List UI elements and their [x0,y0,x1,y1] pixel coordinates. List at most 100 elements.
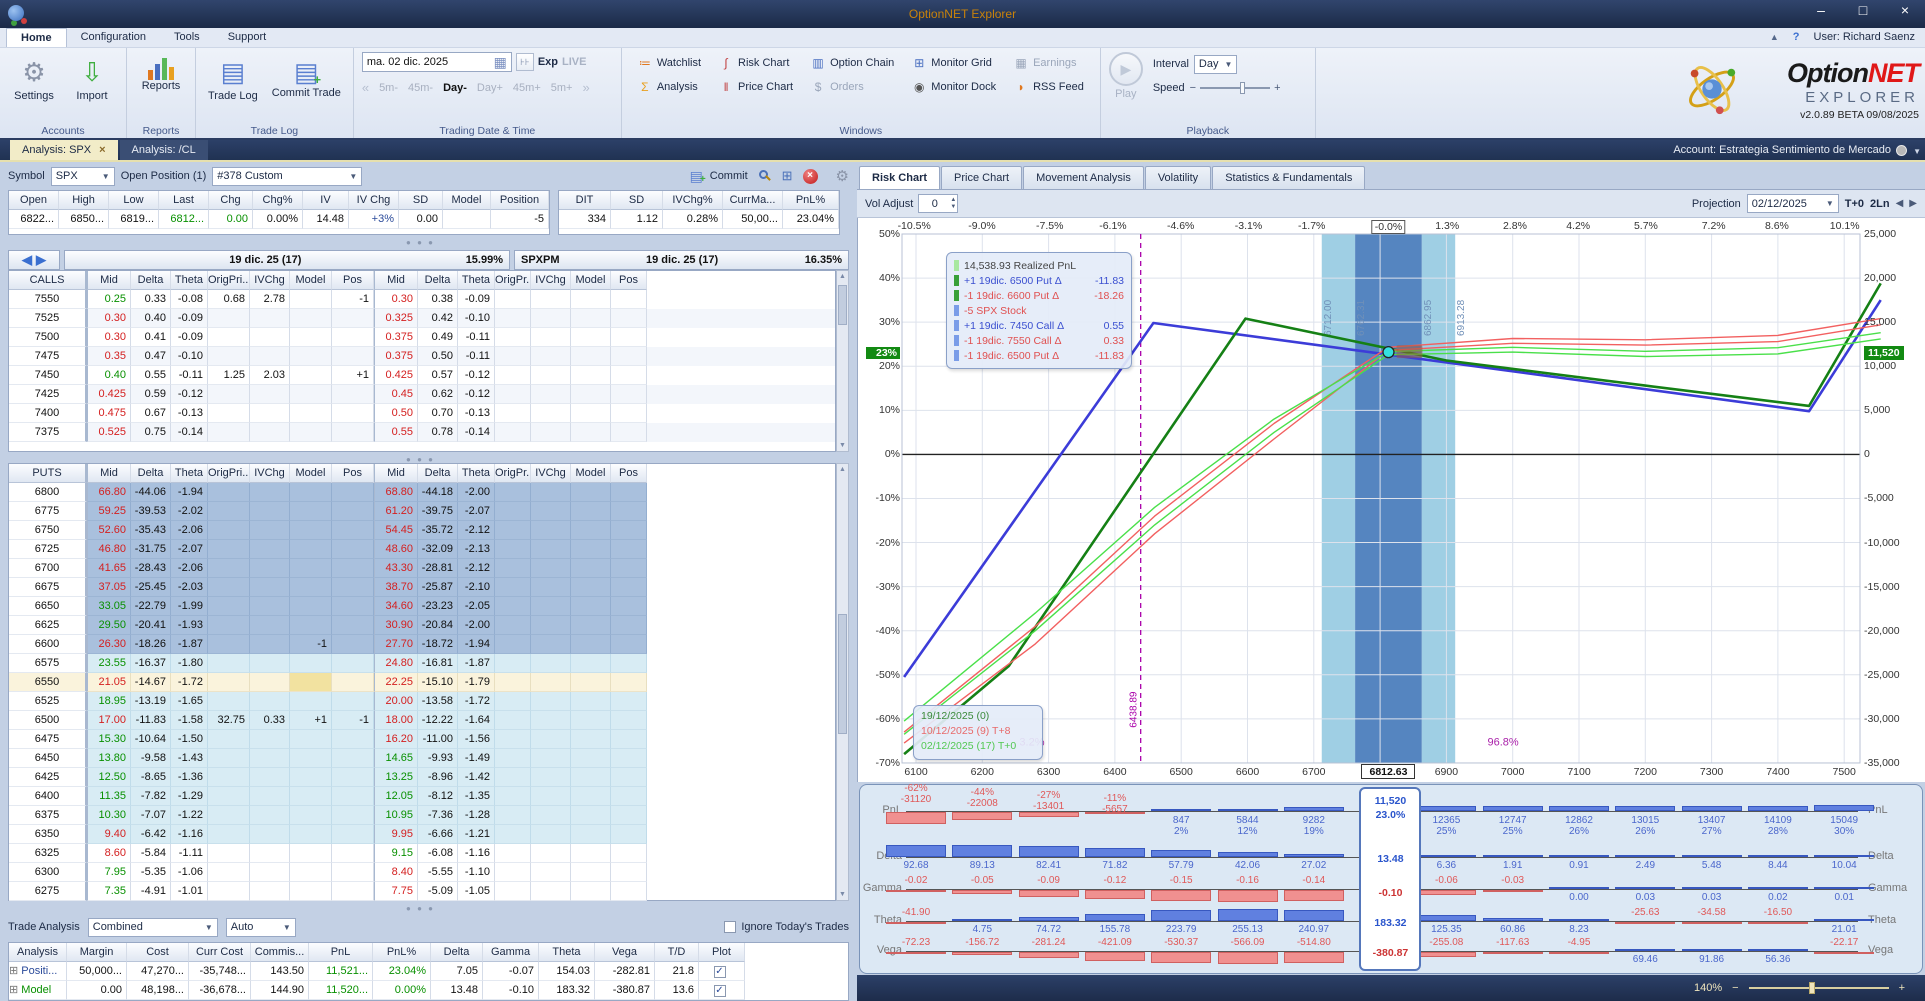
chain-cell[interactable]: -0.13 [458,404,495,423]
tab-analysis-cl[interactable]: Analysis: /CL [119,140,208,160]
chain-cell[interactable] [250,540,290,559]
chain-cell[interactable]: 0.50 [418,347,458,366]
chain-cell[interactable]: 48.60 [374,540,418,559]
chain-cell[interactable] [332,882,374,901]
chain-cell[interactable]: 10.95 [374,806,418,825]
chain-cell[interactable] [531,673,571,692]
chain-cell[interactable]: -1.06 [171,863,208,882]
chain-cell[interactable]: 0.67 [131,404,171,423]
chain-cell[interactable]: 0.40 [87,366,131,385]
chain-cell[interactable]: -1 [332,711,374,730]
chain-cell[interactable]: -39.75 [418,502,458,521]
chain-cell[interactable] [332,347,374,366]
chain-cell[interactable] [495,692,531,711]
chain-cell[interactable] [332,787,374,806]
chain-cell[interactable] [332,654,374,673]
chain-cell[interactable] [611,328,647,347]
chain-cell[interactable] [571,404,611,423]
chain-row-6525[interactable]: 6525 18.95 -13.19 -1.65 20.00 -13.58 -1.72 [9,692,835,711]
chain-cell[interactable] [208,540,250,559]
chain-cell[interactable]: -6.66 [418,825,458,844]
chain-cell[interactable]: -22.79 [131,597,171,616]
chain-cell[interactable] [531,616,571,635]
trading-date-input[interactable]: ma. 02 dic. 2025 ▦ [361,52,512,72]
chain-cell[interactable]: -2.03 [171,578,208,597]
chain-cell[interactable] [250,654,290,673]
chain-cell[interactable] [611,502,647,521]
chain-cell[interactable] [611,730,647,749]
chain-cell[interactable]: -2.07 [171,540,208,559]
chain-row-6325[interactable]: 6325 8.60 -5.84 -1.11 9.15 -6.08 -1.16 [9,844,835,863]
chain-cell[interactable]: 0.30 [87,328,131,347]
chain-cell[interactable]: 52.60 [87,521,131,540]
chain-cell[interactable] [495,882,531,901]
chain-cell[interactable]: 9.40 [87,825,131,844]
chain-cell[interactable]: -13.19 [131,692,171,711]
chain-cell[interactable]: -2.06 [171,559,208,578]
chain-cell[interactable] [531,863,571,882]
chain-cell[interactable] [290,806,332,825]
chain-cell[interactable] [531,882,571,901]
plot-checkbox[interactable]: ✓ [713,966,726,978]
chain-cell[interactable]: -0.09 [458,290,495,309]
chain-cell[interactable] [611,825,647,844]
chain-cell[interactable] [208,309,250,328]
chain-cell[interactable]: -28.43 [131,559,171,578]
chain-cell[interactable]: 0.50 [374,404,418,423]
step-Day+[interactable]: Day+ [477,82,503,94]
chain-cell[interactable]: -9.93 [418,749,458,768]
chain-cell[interactable] [571,844,611,863]
chain-cell[interactable] [611,597,647,616]
chain-cell[interactable] [290,692,332,711]
chain-cell[interactable]: 0.475 [87,404,131,423]
chain-cell[interactable]: 26.30 [87,635,131,654]
chain-cell[interactable] [290,578,332,597]
analysis-mode-select[interactable]: Combined ▼ [87,917,218,937]
chain-cell[interactable] [250,559,290,578]
chain-cell[interactable] [531,749,571,768]
expiry-header-spxpm[interactable]: SPXPM 19 dic. 25 (17) 16.35% [514,250,849,270]
chain-cell[interactable] [611,559,647,578]
option-chain-button[interactable]: ▥ Option Chain [803,52,902,73]
chain-cell[interactable] [611,673,647,692]
chain-cell[interactable] [208,692,250,711]
chain-cell[interactable]: 12.50 [87,768,131,787]
chain-cell[interactable] [208,806,250,825]
chain-cell[interactable]: 0.30 [87,309,131,328]
chain-cell[interactable]: -7.07 [131,806,171,825]
chain-cell[interactable]: -0.14 [171,423,208,442]
chain-cell[interactable]: 0.38 [418,290,458,309]
chain-cell[interactable]: 0.33 [131,290,171,309]
chain-cell[interactable] [611,768,647,787]
menu-tab-tools[interactable]: Tools [160,28,214,47]
chain-row-6700[interactable]: 6700 41.65 -28.43 -2.06 43.30 -28.81 -2.12 [9,559,835,578]
chain-cell[interactable] [495,366,531,385]
chain-cell[interactable]: -0.11 [458,347,495,366]
summary-value[interactable]: 334 [559,210,611,229]
chain-cell[interactable] [208,559,250,578]
chain-cell[interactable]: 0.40 [131,309,171,328]
chain-cell[interactable] [531,366,571,385]
chain-cell[interactable] [250,673,290,692]
close-icon[interactable]: × [99,144,105,156]
chain-cell[interactable] [531,328,571,347]
chain-cell[interactable]: 12.05 [374,787,418,806]
chain-row-6600[interactable]: 6600 26.30 -18.26 -1.87 -1 27.70 -18.72 -1.94 [9,635,835,654]
chain-row-7400[interactable]: 7400 0.475 0.67 -0.13 0.50 0.70 -0.13 [9,404,835,423]
chain-cell[interactable] [208,825,250,844]
tab-price-chart[interactable]: Price Chart [941,166,1023,189]
watchlist-button[interactable]: ≔ Watchlist [630,52,709,73]
chain-cell[interactable]: 0.75 [131,423,171,442]
chain-cell[interactable]: -1.80 [171,654,208,673]
chain-cell[interactable] [250,730,290,749]
chain-cell[interactable]: -2.00 [458,616,495,635]
chain-cell[interactable] [208,749,250,768]
chain-cell[interactable] [208,635,250,654]
chain-row-6400[interactable]: 6400 11.35 -7.82 -1.29 12.05 -8.12 -1.35 [9,787,835,806]
chain-cell[interactable] [208,502,250,521]
chain-cell[interactable]: 14.65 [374,749,418,768]
chain-cell[interactable]: 15.30 [87,730,131,749]
chain-cell[interactable] [250,483,290,502]
chain-cell[interactable] [571,616,611,635]
chain-cell[interactable] [571,768,611,787]
